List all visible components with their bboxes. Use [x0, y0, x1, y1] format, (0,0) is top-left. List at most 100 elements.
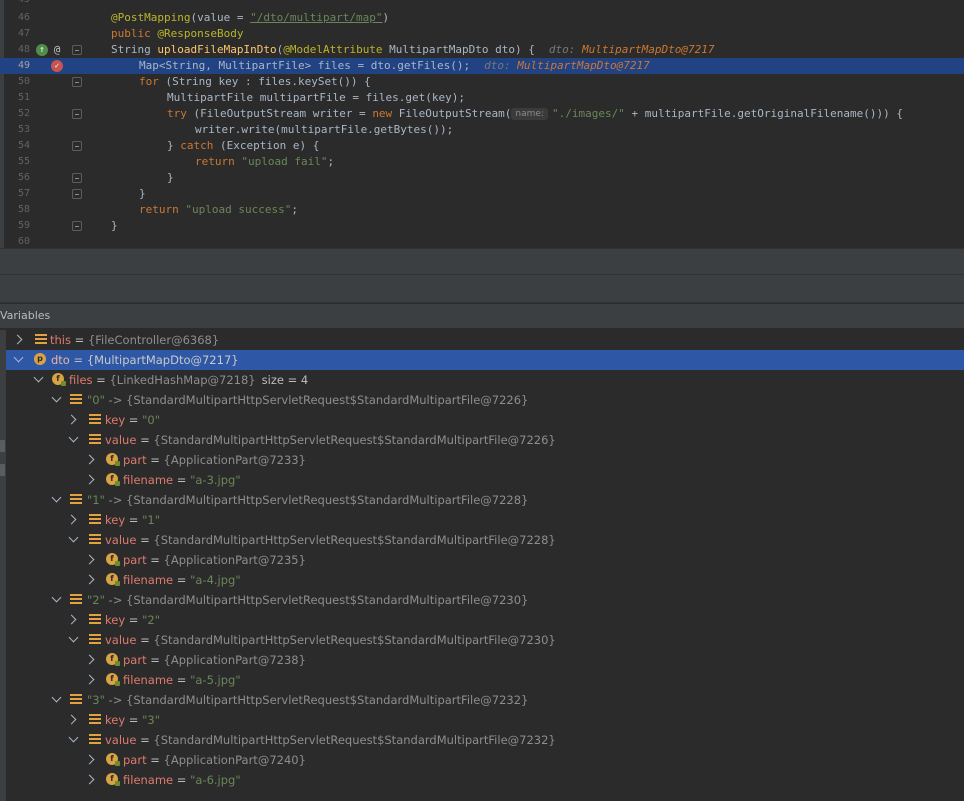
- collapse-arrow-icon[interactable]: [51, 492, 62, 503]
- field-icon: [89, 713, 101, 725]
- expand-arrow-icon[interactable]: [84, 454, 95, 465]
- code-text: return "upload fail";: [195, 155, 335, 168]
- fold-toggle[interactable]: [72, 109, 82, 119]
- tree-row-filename[interactable]: f filename = "a-4.jpg": [0, 570, 964, 590]
- code-line-45[interactable]: 45: [0, 0, 964, 8]
- code-line-51[interactable]: 51 MultipartFile multipartFile = files.g…: [0, 90, 964, 106]
- mapping-url-link[interactable]: "/dto/multipart/map": [250, 11, 382, 24]
- code-text: }: [167, 171, 174, 184]
- code-line-50[interactable]: 50 for (String key : files.keySet()) {: [0, 74, 964, 90]
- field-icon: [89, 533, 101, 545]
- collapse-arrow-icon[interactable]: [51, 592, 62, 603]
- code-line-53[interactable]: 53 writer.write(multipartFile.getBytes()…: [0, 122, 964, 138]
- code-text: return "upload success";: [139, 203, 298, 216]
- field-icon: [89, 633, 101, 645]
- code-editor[interactable]: 45 46 @PostMapping(value = "/dto/multipa…: [0, 0, 964, 248]
- fold-toggle[interactable]: [72, 173, 82, 183]
- expand-arrow-icon[interactable]: [66, 514, 77, 525]
- code-line-47[interactable]: 47 public @ResponseBody: [0, 26, 964, 42]
- line-number: 54: [17, 140, 30, 151]
- code-line-48[interactable]: 48 ↑ @ String uploadFileMapInDto(@ModelA…: [0, 42, 964, 58]
- code-text: MultipartFile multipartFile = files.get(…: [167, 91, 466, 104]
- expand-arrow-icon[interactable]: [84, 474, 95, 485]
- variable-entry: part = {ApplicationPart@7235}: [123, 553, 306, 567]
- map-entry-icon: [70, 493, 82, 505]
- tree-row-files[interactable]: f files = {LinkedHashMap@7218} size = 4: [0, 370, 964, 390]
- toolbar-icon[interactable]: [0, 464, 5, 476]
- expand-arrow-icon[interactable]: [84, 754, 95, 765]
- fold-toggle[interactable]: [72, 221, 82, 231]
- code-line-55[interactable]: 55 return "upload fail";: [0, 154, 964, 170]
- tree-row-map-entry[interactable]: "2" -> {StandardMultipartHttpServletRequ…: [0, 590, 964, 610]
- collapse-arrow-icon[interactable]: [51, 692, 62, 703]
- tree-row-part[interactable]: f part = {ApplicationPart@7238}: [0, 650, 964, 670]
- code-text: } catch (Exception e) {: [167, 139, 320, 152]
- tree-row-part[interactable]: f part = {ApplicationPart@7233}: [0, 450, 964, 470]
- fold-toggle[interactable]: [72, 45, 82, 55]
- collapse-arrow-icon[interactable]: [13, 352, 24, 363]
- tree-row-this[interactable]: this = {FileController@6368}: [0, 330, 964, 350]
- collapse-arrow-icon[interactable]: [68, 732, 79, 743]
- code-line-59[interactable]: 59 }: [0, 218, 964, 234]
- code-text: }: [139, 187, 146, 200]
- line-number: 47: [17, 28, 30, 39]
- toolbar-icon[interactable]: [0, 440, 5, 452]
- tree-row-filename[interactable]: f filename = "a-3.jpg": [0, 470, 964, 490]
- tree-row-key[interactable]: key = "1": [0, 510, 964, 530]
- code-line-52[interactable]: 52 try (FileOutputStream writer = new Fi…: [0, 106, 964, 122]
- tree-row-value[interactable]: value = {StandardMultipartHttpServletReq…: [0, 630, 964, 650]
- line-number: 51: [17, 92, 30, 103]
- code-line-46[interactable]: 46 @PostMapping(value = "/dto/multipart/…: [0, 10, 964, 26]
- fold-toggle[interactable]: [72, 77, 82, 87]
- expand-arrow-icon[interactable]: [66, 714, 77, 725]
- side-toolbar-stub: [0, 330, 6, 801]
- tree-row-key[interactable]: key = "3": [0, 710, 964, 730]
- code-line-54[interactable]: 54 } catch (Exception e) {: [0, 138, 964, 154]
- field-icon: [89, 613, 101, 625]
- tree-row-part[interactable]: f part = {ApplicationPart@7240}: [0, 750, 964, 770]
- tree-row-map-entry[interactable]: "3" -> {StandardMultipartHttpServletRequ…: [0, 690, 964, 710]
- collapse-arrow-icon[interactable]: [68, 632, 79, 643]
- tree-row-value[interactable]: value = {StandardMultipartHttpServletReq…: [0, 730, 964, 750]
- collapse-arrow-icon[interactable]: [33, 372, 44, 383]
- expand-arrow-icon[interactable]: [66, 414, 77, 425]
- expand-arrow-icon[interactable]: [84, 774, 95, 785]
- tree-row-part[interactable]: f part = {ApplicationPart@7235}: [0, 550, 964, 570]
- code-line-60[interactable]: 60: [0, 234, 964, 248]
- code-line-56[interactable]: 56 }: [0, 170, 964, 186]
- collapse-arrow-icon[interactable]: [68, 432, 79, 443]
- tree-row-map-entry[interactable]: "1" -> {StandardMultipartHttpServletRequ…: [0, 490, 964, 510]
- variable-entry: part = {ApplicationPart@7240}: [123, 753, 306, 767]
- tree-row-value[interactable]: value = {StandardMultipartHttpServletReq…: [0, 430, 964, 450]
- breakpoint-override-icon[interactable]: ↑: [36, 44, 48, 56]
- tree-row-map-entry[interactable]: "0" -> {StandardMultipartHttpServletRequ…: [0, 390, 964, 410]
- tree-row-filename[interactable]: f filename = "a-5.jpg": [0, 670, 964, 690]
- inline-debug-hint: dto: MultipartMapDto@7217: [548, 43, 715, 56]
- expand-arrow-icon[interactable]: [12, 334, 23, 345]
- tree-row-value[interactable]: value = {StandardMultipartHttpServletReq…: [0, 530, 964, 550]
- fold-toggle[interactable]: [72, 141, 82, 151]
- code-line-49-execution-point[interactable]: 49 ✓ Map<String, MultipartFile> files = …: [0, 58, 964, 74]
- variables-tree[interactable]: this = {FileController@6368} p dto = {Mu…: [0, 330, 964, 801]
- line-number: 59: [17, 220, 30, 231]
- collapse-arrow-icon[interactable]: [51, 392, 62, 403]
- debugger-tabs-bar: [0, 275, 964, 303]
- expand-arrow-icon[interactable]: [84, 674, 95, 685]
- expand-arrow-icon[interactable]: [84, 554, 95, 565]
- field-icon: [89, 733, 101, 745]
- code-line-58[interactable]: 58 return "upload success";: [0, 202, 964, 218]
- map-entry-icon: [70, 393, 82, 405]
- breakpoint-icon[interactable]: ✓: [51, 60, 63, 72]
- expand-arrow-icon[interactable]: [84, 574, 95, 585]
- tree-row-key[interactable]: key = "2": [0, 610, 964, 630]
- variable-entry: filename = "a-3.jpg": [123, 473, 241, 487]
- tree-row-filename[interactable]: f filename = "a-6.jpg": [0, 770, 964, 790]
- expand-arrow-icon[interactable]: [84, 654, 95, 665]
- annotation-icon[interactable]: @: [51, 44, 63, 56]
- fold-toggle[interactable]: [72, 189, 82, 199]
- tree-row-dto[interactable]: p dto = {MultipartMapDto@7217}: [0, 350, 964, 370]
- expand-arrow-icon[interactable]: [66, 614, 77, 625]
- code-line-57[interactable]: 57 }: [0, 186, 964, 202]
- collapse-arrow-icon[interactable]: [68, 532, 79, 543]
- tree-row-key[interactable]: key = "0": [0, 410, 964, 430]
